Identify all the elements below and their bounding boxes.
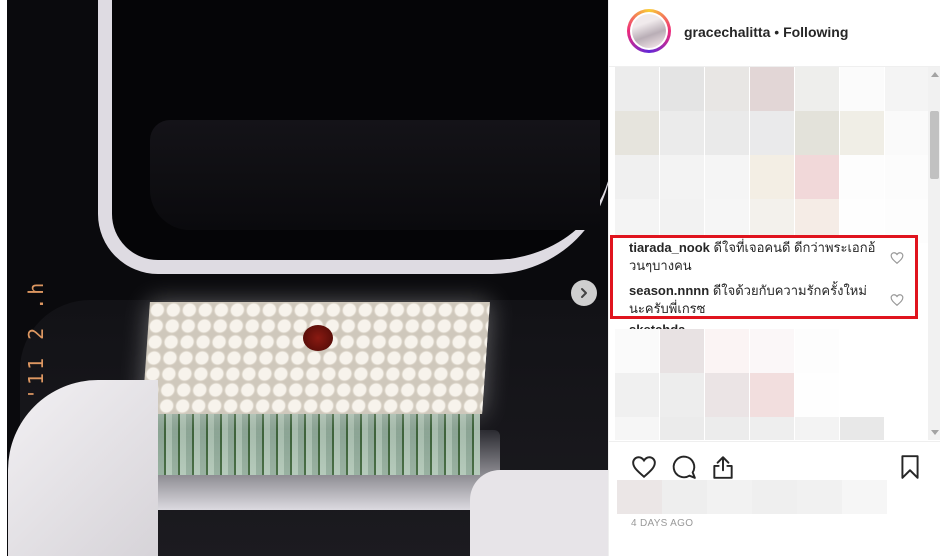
username-link[interactable]: gracechalitta	[684, 24, 770, 40]
comment-username[interactable]: tiarada_nook	[629, 240, 710, 255]
trunk-lid-shade	[150, 120, 600, 230]
comment-username[interactable]: season.nnnn	[629, 283, 709, 298]
avatar[interactable]	[627, 9, 671, 53]
heart-icon[interactable]	[631, 454, 657, 480]
scroll-thumb[interactable]	[930, 111, 939, 179]
photo-left-edge	[0, 0, 7, 556]
following-button[interactable]: Following	[783, 24, 848, 40]
photo-date-stamp: '11 2 .h	[24, 279, 48, 400]
header-text: gracechalitta • Following	[684, 24, 848, 40]
scroll-up-arrow-icon[interactable]	[931, 72, 939, 77]
comment-heart-icon[interactable]	[890, 293, 904, 307]
comment-item: season.nnnn ดีใจด้วยกับความรักครั้งใหม่น…	[629, 282, 879, 318]
separator-dot: •	[774, 24, 780, 40]
blurred-likes	[617, 480, 887, 514]
comment-item: tiarada_nook ดีใจที่เจอคนดี ดีกว่าพระเอก…	[629, 239, 879, 275]
blurred-comments-bottom	[615, 329, 885, 440]
rose-stems	[150, 405, 480, 475]
post-side-panel: gracechalitta • Following tiarada_nook ด…	[608, 0, 940, 556]
chevron-right-icon	[581, 288, 587, 298]
comment-icon[interactable]	[671, 454, 697, 480]
scroll-down-arrow-icon[interactable]	[931, 430, 939, 435]
share-icon[interactable]	[710, 454, 736, 480]
post-date[interactable]: 4 DAYS AGO	[631, 518, 693, 529]
car-bumper-right	[470, 470, 608, 556]
next-photo-button[interactable]	[571, 280, 597, 306]
comment-heart-icon[interactable]	[890, 251, 904, 265]
white-rose-box	[142, 302, 490, 414]
red-rose	[303, 325, 333, 351]
post-header: gracechalitta • Following	[609, 0, 940, 67]
blurred-comments-top	[615, 67, 929, 243]
comments-list: tiarada_nook ดีใจที่เจอคนดี ดีกว่าพระเอก…	[609, 67, 929, 440]
post-photo: '11 2 .h	[0, 0, 608, 556]
bookmark-icon[interactable]	[897, 454, 923, 480]
comments-scrollbar[interactable]	[928, 67, 940, 440]
